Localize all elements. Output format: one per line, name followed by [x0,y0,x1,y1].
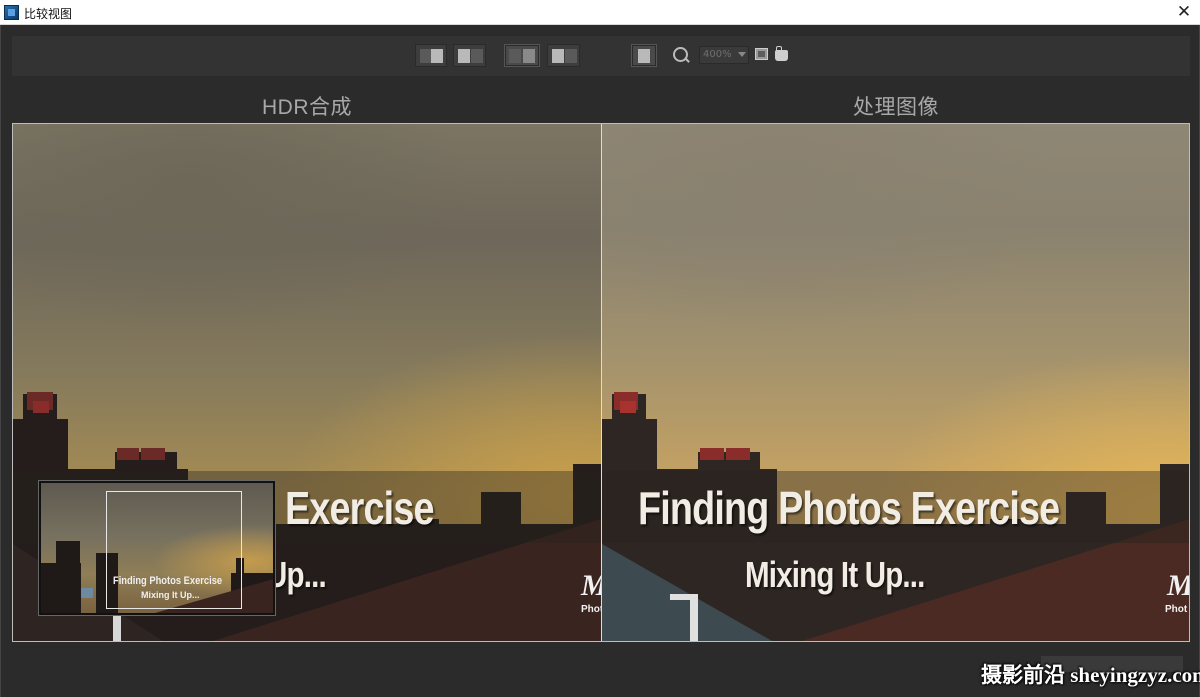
toolbar: 400% [12,36,1190,76]
title-bar: 比较视图 ✕ [0,0,1200,25]
pane-icon [458,49,470,63]
watermark: 摄影前沿 sheyingzyz.com [981,663,1200,687]
pane-icon [509,49,521,63]
compare-window: 400% HDR合成 处理图像 Exercise Up... Phot Find… [0,25,1200,697]
logo-word: Phot [1165,604,1188,615]
fit-to-window-icon[interactable] [755,48,768,60]
chevron-down-icon[interactable] [738,52,746,57]
pane-icon [565,49,577,63]
side-by-side-button[interactable] [504,44,540,67]
overlay-title-partial: Exercise [285,482,434,534]
pane-icon [638,49,650,63]
logo-mark: M [1167,569,1189,603]
navigator-subtitle: Mixing It Up... [141,590,200,600]
logo-word: Phot [581,604,601,615]
single-view-button[interactable] [415,44,447,67]
overlay-subtitle: Mixing It Up... [745,554,925,595]
split-view-b-button[interactable] [547,44,580,67]
hand-tool-icon[interactable] [775,46,788,61]
window-title: 比较视图 [24,7,73,21]
logo-mark: M [581,569,601,603]
overlay-title: Finding Photos Exercise [638,482,1060,534]
pane-icon [471,49,483,63]
navigator-title: Finding Photos Exercise [113,575,223,587]
navigator-thumbnail[interactable]: Finding Photos Exercise Mixing It Up... [39,481,275,615]
app-icon [4,5,19,20]
pane-icon [431,49,443,63]
left-photo[interactable]: Exercise Up... M Phot [13,124,601,641]
right-panel-label: 处理图像 [853,96,939,119]
pane-icon [552,49,564,63]
full-view-button[interactable] [631,44,657,67]
zoom-icon[interactable] [671,45,691,65]
left-panel-label: HDR合成 [262,96,352,119]
image-viewer[interactable]: Exercise Up... M Phot [12,123,1190,642]
split-view-a-button[interactable] [453,44,486,67]
pane-icon [523,49,535,63]
right-photo[interactable]: Finding Photos Exercise Mixing It Up... … [602,124,1189,641]
close-button[interactable]: ✕ [1174,2,1194,22]
